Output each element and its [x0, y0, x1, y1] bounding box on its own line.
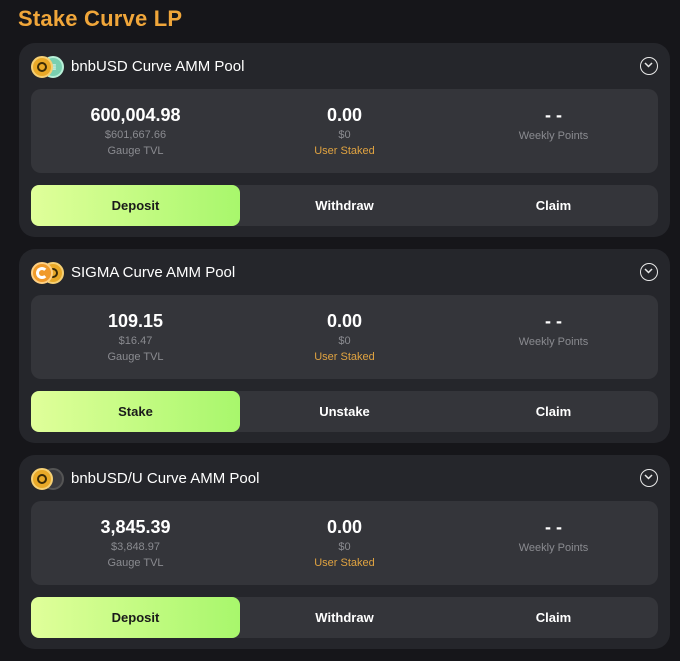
user-staked-label: User Staked	[314, 557, 375, 569]
action-tabs: Deposit Withdraw Claim	[31, 597, 658, 638]
user-staked-usd: $0	[338, 335, 351, 347]
gauge-tvl-usd: $3,848.97	[111, 541, 160, 553]
claim-button[interactable]: Claim	[449, 391, 658, 432]
bnbusd-coin-icon	[31, 56, 53, 78]
user-staked-stat: 0.00 $0 User Staked	[240, 295, 449, 379]
pool-token-icons	[31, 55, 65, 79]
user-staked-value: 0.00	[326, 105, 363, 125]
pool-header[interactable]: SIGMA Curve AMM Pool	[31, 261, 658, 285]
user-staked-value: 0.00	[326, 517, 363, 537]
weekly-points-stat: - - Weekly Points	[449, 295, 658, 379]
pool-header[interactable]: bnbUSD Curve AMM Pool	[31, 55, 658, 79]
user-staked-stat: 0.00 $0 User Staked	[240, 89, 449, 173]
unstake-button[interactable]: Unstake	[240, 391, 449, 432]
action-tabs: Stake Unstake Claim	[31, 391, 658, 432]
weekly-points-value: - -	[545, 105, 562, 125]
gauge-tvl-value: 600,004.98	[90, 105, 181, 125]
weekly-points-label: Weekly Points	[518, 130, 589, 142]
deposit-button[interactable]: Deposit	[31, 185, 240, 226]
bnbusd-coin-icon	[31, 468, 53, 490]
action-tabs: Deposit Withdraw Claim	[31, 185, 658, 226]
chevron-down-icon[interactable]	[640, 469, 658, 487]
pool-name: bnbUSD Curve AMM Pool	[71, 58, 245, 75]
user-staked-usd: $0	[338, 129, 351, 141]
weekly-points-value: - -	[545, 311, 562, 331]
gauge-tvl-label: Gauge TVL	[107, 351, 164, 363]
weekly-points-label: Weekly Points	[518, 542, 589, 554]
withdraw-button[interactable]: Withdraw	[240, 597, 449, 638]
user-staked-label: User Staked	[314, 145, 375, 157]
claim-button[interactable]: Claim	[449, 597, 658, 638]
page-title: Stake Curve LP	[18, 6, 183, 31]
claim-button[interactable]: Claim	[449, 185, 658, 226]
pool-stats: 600,004.98 $601,667.66 Gauge TVL 0.00 $0…	[31, 89, 658, 173]
pool-card: SIGMA Curve AMM Pool 109.15 $16.47 Gauge…	[19, 249, 670, 443]
user-staked-value: 0.00	[326, 311, 363, 331]
pool-name: bnbUSD/U Curve AMM Pool	[71, 470, 260, 487]
gauge-tvl-usd: $16.47	[118, 335, 153, 347]
gauge-tvl-label: Gauge TVL	[107, 557, 164, 569]
pool-stats: 109.15 $16.47 Gauge TVL 0.00 $0 User Sta…	[31, 295, 658, 379]
deposit-button[interactable]: Deposit	[31, 597, 240, 638]
gauge-tvl-stat: 109.15 $16.47 Gauge TVL	[31, 295, 240, 379]
pool-card: bnbUSD/U Curve AMM Pool 3,845.39 $3,848.…	[19, 455, 670, 649]
pool-list: bnbUSD Curve AMM Pool 600,004.98 $601,66…	[19, 43, 670, 661]
chevron-down-icon[interactable]	[640, 57, 658, 75]
gauge-tvl-stat: 3,845.39 $3,848.97 Gauge TVL	[31, 501, 240, 585]
pool-name: SIGMA Curve AMM Pool	[71, 264, 236, 281]
weekly-points-stat: - - Weekly Points	[449, 501, 658, 585]
pool-header[interactable]: bnbUSD/U Curve AMM Pool	[31, 467, 658, 491]
weekly-points-stat: - - Weekly Points	[449, 89, 658, 173]
sigma-coin-icon	[31, 262, 53, 284]
gauge-tvl-usd: $601,667.66	[104, 129, 167, 141]
pool-stats: 3,845.39 $3,848.97 Gauge TVL 0.00 $0 Use…	[31, 501, 658, 585]
weekly-points-value: - -	[545, 517, 562, 537]
weekly-points-label: Weekly Points	[518, 336, 589, 348]
user-staked-usd: $0	[338, 541, 351, 553]
user-staked-stat: 0.00 $0 User Staked	[240, 501, 449, 585]
withdraw-button[interactable]: Withdraw	[240, 185, 449, 226]
chevron-down-icon[interactable]	[640, 263, 658, 281]
gauge-tvl-stat: 600,004.98 $601,667.66 Gauge TVL	[31, 89, 240, 173]
gauge-tvl-value: 109.15	[107, 311, 164, 331]
pool-token-icons	[31, 467, 65, 491]
pool-card: bnbUSD Curve AMM Pool 600,004.98 $601,66…	[19, 43, 670, 237]
user-staked-label: User Staked	[314, 351, 375, 363]
gauge-tvl-value: 3,845.39	[100, 517, 171, 537]
pool-token-icons	[31, 261, 65, 285]
stake-button[interactable]: Stake	[31, 391, 240, 432]
gauge-tvl-label: Gauge TVL	[107, 145, 164, 157]
